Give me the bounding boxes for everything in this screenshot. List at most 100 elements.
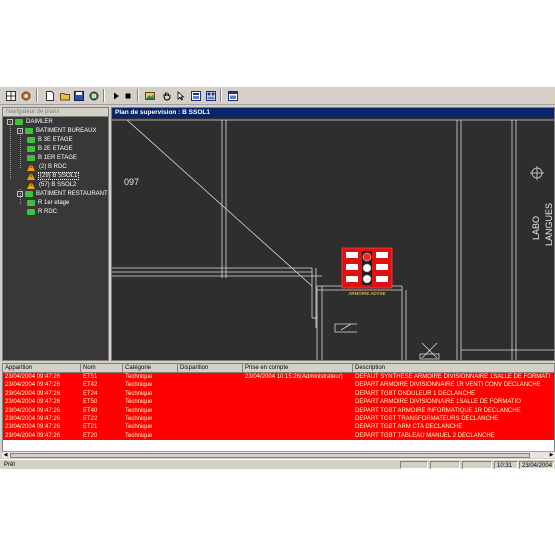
- alarm-categorie: Technique: [125, 432, 153, 439]
- warning-icon: [27, 171, 36, 180]
- column-header-categorie[interactable]: Catégorie: [123, 364, 178, 373]
- column-header-apparition[interactable]: Apparition: [3, 364, 81, 373]
- collapse-icon[interactable]: -: [7, 119, 13, 125]
- tree-item-label: (57) B SSOL2: [39, 181, 77, 188]
- warning-icon: [27, 180, 36, 189]
- armoire-label: ARMOIRE ADYSE: [348, 291, 385, 296]
- stop-icon[interactable]: [121, 89, 134, 102]
- scroll-left-icon[interactable]: ◀: [2, 452, 9, 459]
- status-date: 23/04/2004: [519, 461, 554, 469]
- tree-item-label: R RDC: [38, 208, 57, 215]
- alarm-row[interactable]: 23/04/2004 09:47:26 ET50 Technique DEPAR…: [3, 398, 554, 407]
- alarm-categorie: Technique: [125, 399, 153, 406]
- room-label-langues: LANGUES: [544, 203, 554, 246]
- column-header-nom[interactable]: Nom: [81, 364, 123, 373]
- alarm-nom: ET50: [83, 399, 98, 406]
- tree-item-batiment-bureaux[interactable]: - BATIMENT BUREAUX: [17, 127, 97, 135]
- navigator-header: Navigateur de plans: [3, 108, 108, 117]
- alarm-row[interactable]: 23/04/2004 09:47:26 ET22 Technique DEPAR…: [3, 415, 554, 424]
- layout-icon[interactable]: [204, 89, 217, 102]
- alarm-apparition: 23/04/2004 09:47:26: [5, 416, 61, 422]
- alarm-nom: ET24: [83, 390, 98, 397]
- scroll-right-icon[interactable]: ▶: [548, 452, 555, 459]
- alarm-categorie: Technique: [125, 416, 153, 422]
- alarm-row[interactable]: 23/04/2004 09:47:26 ET42 Technique DEPAR…: [3, 381, 554, 390]
- tree-item-label: DAIMLER: [26, 119, 53, 125]
- tree-item-r-1er-etage[interactable]: R 1er etage: [27, 199, 70, 207]
- tree-item-label: B 2E ETAGE: [38, 145, 73, 152]
- alarm-table-header: Apparition Nom Catégorie Disparition Pri…: [3, 364, 554, 373]
- collapse-icon[interactable]: -: [17, 190, 23, 197]
- alarm-row[interactable]: 23/04/2004 09:47:26 ET40 Technique DEPAR…: [3, 406, 554, 415]
- tree-item-label: R 1er etage: [38, 199, 70, 206]
- toolbar-separator: [103, 89, 105, 102]
- status-bar: Prêt 10:31 23/04/2004: [0, 459, 555, 469]
- folder-icon: [27, 145, 35, 152]
- zoom-icon[interactable]: [189, 89, 202, 102]
- save-icon[interactable]: [72, 89, 85, 102]
- tree-item-b-1er-etage[interactable]: B 1ER ETAGE: [27, 154, 78, 162]
- alarm-categorie: Technique: [125, 407, 153, 414]
- warning-icon: [27, 162, 36, 171]
- tree-item-label: (29) B SSOL1: [38, 171, 80, 180]
- tree-item-label: B 3E ETAGE: [38, 136, 73, 143]
- tree-item-b-ssol2[interactable]: (57) B SSOL2: [27, 180, 77, 189]
- alarm-row[interactable]: 23/04/2004 09:47:26 ET24 Technique DEPAR…: [3, 389, 554, 399]
- tree-item-daimler[interactable]: - DAIMLER: [7, 118, 54, 126]
- alarm-apparition: 23/04/2004 09:47:26: [5, 399, 61, 406]
- alarm-description: DEPART TGBT TRANSFORMATEURS DECLANCHE: [355, 416, 499, 422]
- window-icon[interactable]: [226, 89, 239, 102]
- scrollbar-thumb[interactable]: [10, 453, 530, 458]
- toolbar-separator: [36, 89, 38, 102]
- supervision-plan-panel: Plan de supervision : B SSOL1 097 LABO L…: [111, 107, 555, 361]
- column-header-description[interactable]: Description: [353, 364, 554, 373]
- horizontal-scrollbar[interactable]: ◀ ▶: [2, 451, 555, 458]
- tree-item-b-3e-etage[interactable]: B 3E ETAGE: [27, 136, 74, 144]
- alarm-prise-en-compte: 23/04/2004 10:15:26(Administrateur): [245, 374, 343, 380]
- status-panel-empty: [462, 461, 492, 469]
- tree-item-batiment-restaurant[interactable]: - BATIMENT RESTAURANT: [17, 190, 109, 198]
- room-number-label: 097: [124, 177, 139, 187]
- alarm-description: DEPART TGBT ARM CTA DECLANCHE: [355, 424, 463, 431]
- alarm-row[interactable]: 23/04/2004 09:47:26 ET51 Technique 23/04…: [3, 373, 554, 382]
- network-icon[interactable]: [87, 89, 100, 102]
- column-header-prise-en-compte[interactable]: Prise en compte: [243, 364, 353, 373]
- alarm-apparition: 23/04/2004 09:47:26: [5, 432, 61, 439]
- tree-connector: [20, 130, 21, 168]
- alarm-categorie: Technique: [125, 390, 153, 397]
- new-icon[interactable]: [43, 89, 56, 102]
- alarm-table: Apparition Nom Catégorie Disparition Pri…: [2, 363, 555, 457]
- image-icon[interactable]: [143, 89, 156, 102]
- collapse-icon[interactable]: -: [17, 127, 23, 134]
- settings-icon[interactable]: [19, 89, 32, 102]
- folder-icon: [27, 208, 35, 215]
- tree-connector: [10, 122, 11, 179]
- alarm-description: DEPART ARMOIRE DIVISIONNAIRE 1SALLE DE F…: [355, 399, 521, 406]
- grid-icon[interactable]: [4, 89, 17, 102]
- plan-title-bar: Plan de supervision : B SSOL1: [112, 108, 554, 118]
- open-icon[interactable]: [58, 89, 71, 102]
- tree-item-b-ssol1[interactable]: (29) B SSOL1: [27, 171, 80, 180]
- status-panel-empty: [400, 461, 428, 469]
- floor-plan-canvas[interactable]: 097 LABO LANGUES ARMOIRE ADYSE: [112, 118, 555, 361]
- alarm-nom: ET51: [83, 374, 98, 380]
- alarm-description: DEFAUT SYNTHESE ARMOIRE DIVISIONNAIRE 1S…: [355, 374, 551, 380]
- tree-item-b-2e-etage[interactable]: B 2E ETAGE: [27, 145, 74, 153]
- alarm-description: DEPART TGBT TABLEAU MANUEL 2 DECLANCHE: [355, 432, 495, 439]
- armoire-alarm-icon[interactable]: ARMOIRE ADYSE: [341, 247, 393, 296]
- tree-item-label: BATIMENT BUREAUX: [36, 127, 97, 134]
- alarm-apparition: 23/04/2004 09:47:26: [5, 424, 61, 431]
- alarm-apparition: 23/04/2004 09:47:26: [5, 374, 61, 380]
- tree-item-b-rdc[interactable]: (2) B RDC: [27, 162, 68, 171]
- alarm-nom: ET22: [83, 416, 98, 422]
- alarm-row[interactable]: 23/04/2004 09:47:26 ET20 Technique DEPAR…: [3, 431, 554, 441]
- alarm-apparition: 23/04/2004 09:47:26: [5, 390, 61, 397]
- application-window: Navigateur de plans - DAIMLER - BATIMENT…: [0, 87, 555, 469]
- tree-item-r-rdc[interactable]: R RDC: [27, 208, 58, 216]
- pointer-icon[interactable]: [174, 89, 187, 102]
- alarm-row[interactable]: 23/04/2004 09:47:26 ET21 Technique DEPAR…: [3, 423, 554, 432]
- toolbar-separator: [137, 89, 139, 102]
- column-header-disparition[interactable]: Disparition: [178, 364, 243, 373]
- folder-icon: [15, 119, 23, 125]
- hand-icon[interactable]: [160, 89, 173, 102]
